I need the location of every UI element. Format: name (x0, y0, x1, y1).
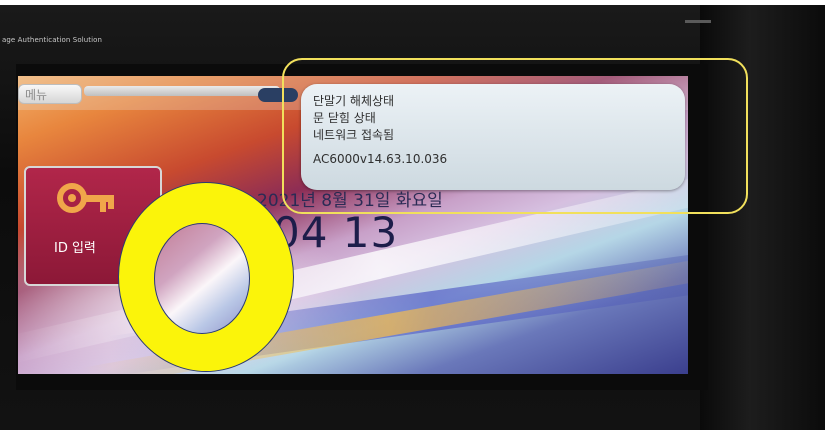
photo: age Authentication Solution 메뉴 ID 입력 202… (0, 0, 825, 430)
id-input-label: ID 입력 (54, 241, 96, 256)
time-text: 04 13 (273, 208, 399, 257)
menu-button[interactable]: 메뉴 (18, 84, 82, 104)
key-icon (57, 183, 114, 213)
highlight-annotation (282, 58, 748, 214)
annotation-ring-hole (154, 223, 250, 334)
device-header-text: age Authentication Solution (2, 36, 103, 44)
device-corner-mark (685, 20, 711, 23)
top-slider-track (84, 86, 280, 96)
